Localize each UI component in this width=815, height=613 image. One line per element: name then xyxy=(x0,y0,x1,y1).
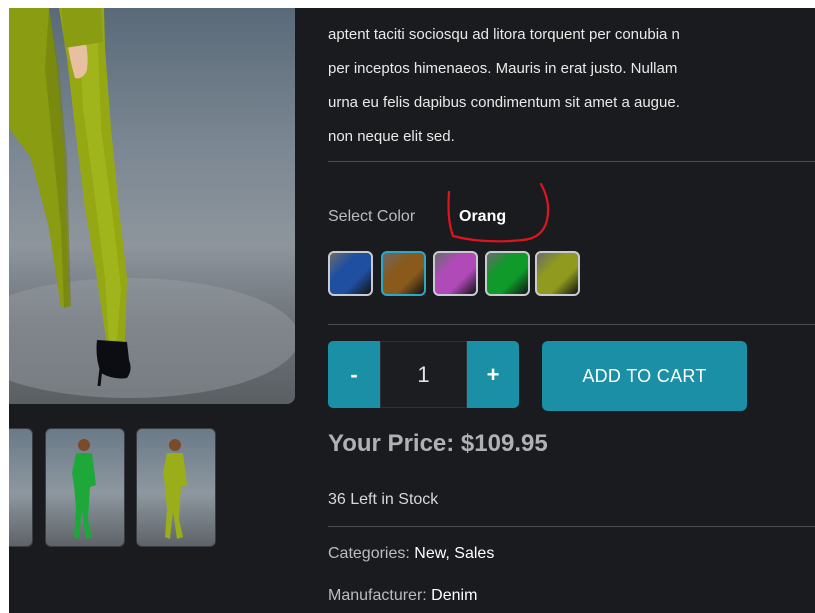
quantity-decrease-button[interactable]: - xyxy=(328,341,380,408)
color-swatch-brown[interactable] xyxy=(381,251,426,296)
product-description: aptent taciti sociosqu ad litora torquen… xyxy=(328,18,815,154)
description-line: urna eu felis dapibus condimentum sit am… xyxy=(328,94,680,111)
description-line: aptent taciti sociosqu ad litora torquen… xyxy=(328,26,680,43)
select-color-label: Select Color xyxy=(328,208,416,225)
stock-status: 36 Left in Stock xyxy=(328,491,439,508)
thumbnail-green[interactable] xyxy=(45,428,125,547)
product-price: Your Price: $109.95 xyxy=(328,430,548,457)
red-annotation-mark xyxy=(447,182,550,243)
manufacturer-label: Manufacturer: xyxy=(328,587,427,604)
categories-row: Categories: New, Sales xyxy=(328,545,494,563)
manufacturer-row: Manufacturer: Denim xyxy=(328,587,477,605)
quantity-increase-button[interactable]: + xyxy=(467,341,519,408)
color-swatch-olive[interactable] xyxy=(535,251,580,296)
divider xyxy=(328,526,815,527)
categories-value[interactable]: New, Sales xyxy=(414,545,494,562)
description-line: per inceptos himenaeos. Mauris in erat j… xyxy=(328,60,678,77)
product-page: aptent taciti sociosqu ad litora torquen… xyxy=(9,8,815,613)
thumbnail-olive[interactable] xyxy=(136,428,216,547)
quantity-input[interactable] xyxy=(380,341,467,408)
divider xyxy=(328,161,815,162)
divider xyxy=(328,324,815,325)
color-swatch-purple[interactable] xyxy=(433,251,478,296)
color-swatch-blue[interactable] xyxy=(328,251,373,296)
description-line: non neque elit sed. xyxy=(328,128,455,145)
categories-label: Categories: xyxy=(328,545,410,562)
color-swatch-green[interactable] xyxy=(485,251,530,296)
main-product-image[interactable] xyxy=(9,8,295,404)
add-to-cart-button[interactable]: ADD TO CART xyxy=(542,341,747,411)
thumbnail-1[interactable] xyxy=(9,428,33,547)
manufacturer-value[interactable]: Denim xyxy=(431,587,477,604)
